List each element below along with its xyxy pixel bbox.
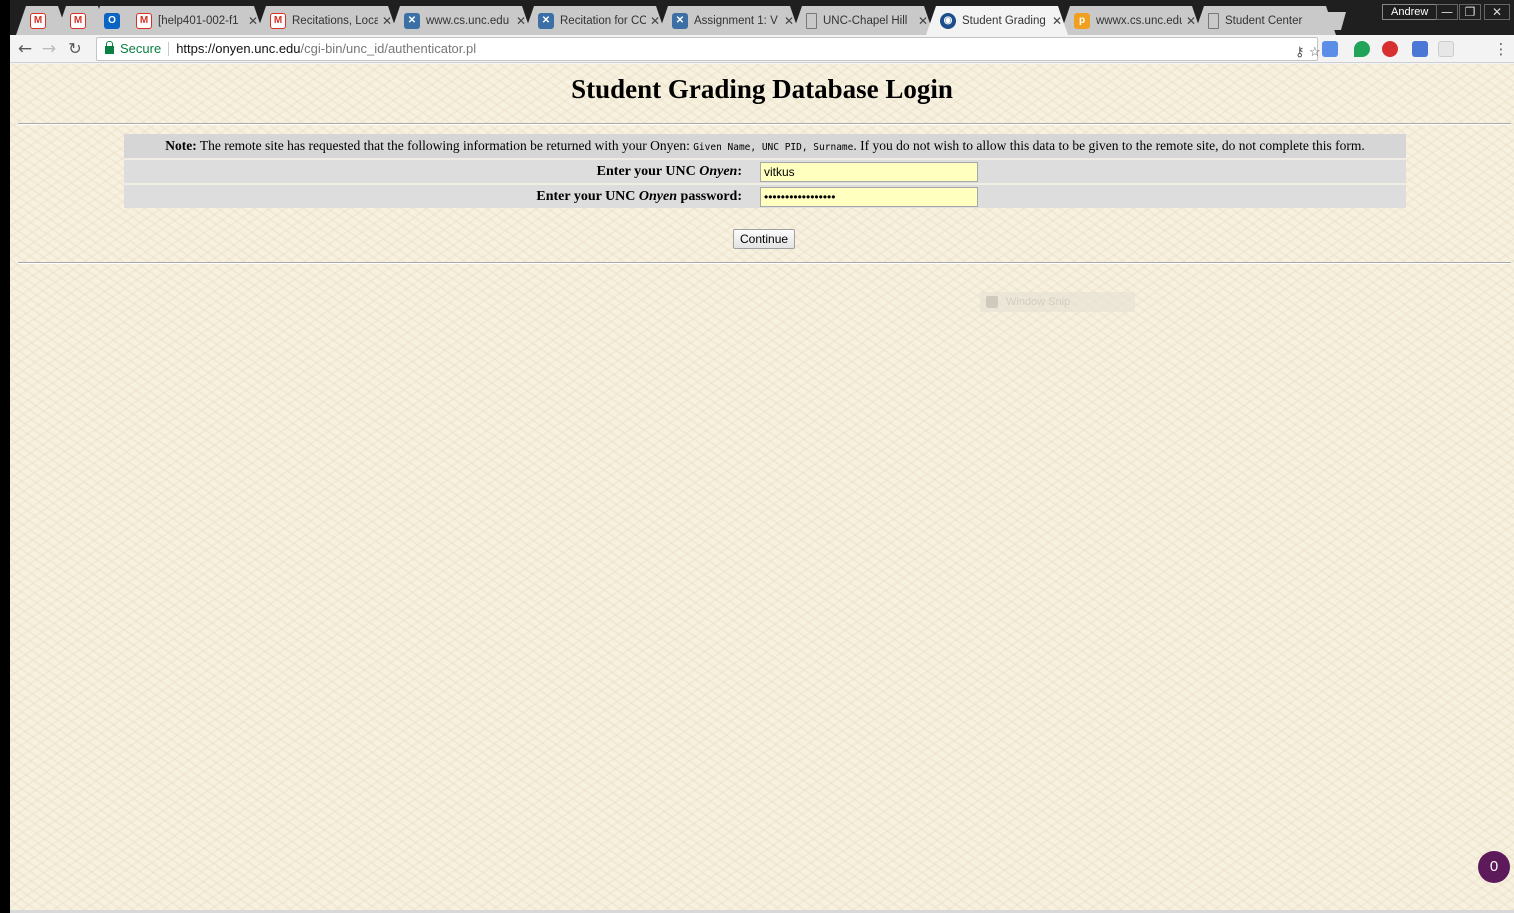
label-onyen: Onyen — [638, 188, 678, 204]
unc-cs-icon: ✕ — [404, 13, 420, 29]
secure-label: Secure — [120, 41, 162, 56]
label-text: Enter your UNC — [536, 188, 639, 204]
tab-strip: M M O M [help401-002-f1 ✕ M Recitations,… — [10, 0, 1514, 35]
continue-button[interactable]: Continue — [733, 229, 796, 249]
note-row: Note: The remote site has requested that… — [124, 134, 1406, 158]
label-suffix: : — [737, 163, 742, 179]
onyen-input[interactable] — [760, 161, 978, 182]
close-tab-icon[interactable]: ✕ — [382, 14, 392, 28]
tab-title: www.cs.unc.edu — [426, 14, 510, 27]
extension-icon-1[interactable] — [1322, 41, 1338, 57]
note-label: Note: — [165, 138, 197, 153]
document-icon — [806, 13, 817, 29]
note-text-after: . If you do not wish to allow this data … — [853, 138, 1365, 153]
tab-recitations[interactable]: M Recitations, Loca ✕ — [256, 6, 398, 35]
tab-help401[interactable]: M [help401-002-f1 ✕ — [122, 6, 264, 35]
snip-icon — [986, 296, 998, 308]
address-bar[interactable]: Secure https://onyen.unc.edu /cgi-bin/un… — [96, 37, 1321, 63]
url-host: https://onyen.unc.edu — [176, 41, 301, 56]
bookmark-star-icon[interactable]: ☆ — [1309, 41, 1321, 63]
close-window-button[interactable]: ✕ — [1484, 4, 1510, 20]
bottom-divider — [18, 262, 1511, 264]
unc-cs-icon: ✕ — [672, 13, 688, 29]
browser-toolbar: ← → ↻ Secure https://onyen.unc.edu /cgi-… — [10, 35, 1514, 63]
notification-badge[interactable]: 0 — [1478, 851, 1510, 883]
profile-button[interactable]: Andrew — [1382, 4, 1438, 20]
tab-title: Student Center — [1225, 14, 1303, 27]
close-tab-icon[interactable]: ✕ — [784, 14, 794, 28]
page-content: Student Grading Database Login Note: The… — [10, 64, 1514, 910]
gmail-icon: M — [270, 13, 286, 29]
new-tab-button[interactable] — [1316, 12, 1346, 30]
tab-title: Assignment 1: V — [694, 14, 778, 27]
tab-title: Student Grading — [962, 14, 1046, 27]
tab-wwwx[interactable]: p wwwx.cs.unc.edu ✕ — [1060, 6, 1202, 35]
unc-cs-icon: ✕ — [538, 13, 554, 29]
adblock-icon[interactable] — [1382, 41, 1398, 57]
label-suffix: password: — [677, 188, 742, 204]
close-tab-icon[interactable]: ✕ — [516, 14, 526, 28]
minimize-button[interactable]: — — [1436, 4, 1458, 20]
browser-window: M M O M [help401-002-f1 ✕ M Recitations,… — [10, 0, 1514, 913]
requested-fields: Given Name, UNC PID, Surname — [693, 142, 854, 153]
forward-arrow-icon[interactable]: → — [38, 38, 60, 60]
window-snip-label: Window Snip — [1006, 296, 1071, 308]
document-icon — [1208, 13, 1219, 29]
tab-cs-unc[interactable]: ✕ www.cs.unc.edu ✕ — [390, 6, 532, 35]
onyen-label: Enter your UNC Onyen: — [124, 164, 752, 180]
extension-icon-2[interactable] — [1354, 41, 1370, 57]
label-text: Enter your UNC — [596, 163, 700, 179]
restore-button[interactable]: ❐ — [1459, 4, 1481, 20]
outlook-icon: O — [104, 13, 120, 29]
tab-title: UNC-Chapel Hill — [823, 14, 908, 27]
onyen-row: Enter your UNC Onyen: — [124, 158, 1406, 183]
tab-title: Recitation for CO — [560, 14, 646, 27]
tab-title: [help401-002-f1 — [158, 14, 239, 27]
address-separator — [168, 42, 170, 56]
close-tab-icon[interactable]: ✕ — [248, 14, 258, 28]
tab-student-grading[interactable]: ◉ Student Grading ✕ — [926, 6, 1068, 35]
tab-student-center[interactable]: Student Center ✕ — [1194, 6, 1336, 35]
key-icon[interactable]: ⚷ — [1295, 41, 1305, 63]
top-divider — [18, 123, 1511, 125]
note-text-before: The remote site has requested that the f… — [196, 138, 694, 153]
label-onyen: Onyen — [699, 163, 738, 179]
close-tab-icon[interactable]: ✕ — [918, 14, 928, 28]
gmail-icon: M — [136, 13, 152, 29]
page-title: Student Grading Database Login — [571, 74, 953, 104]
menu-icon[interactable]: ⋮ — [1490, 38, 1512, 60]
tab-title: Recitations, Loca — [292, 14, 378, 27]
globe-icon: ◉ — [940, 13, 956, 29]
tab-unc-chapel-hill[interactable]: UNC-Chapel Hill ✕ — [792, 6, 934, 35]
lock-icon — [105, 41, 114, 54]
close-tab-icon[interactable]: ✕ — [1052, 14, 1062, 28]
tab-assignment[interactable]: ✕ Assignment 1: V ✕ — [658, 6, 800, 35]
font-extension-icon[interactable] — [1438, 41, 1454, 57]
window-snip-overlay[interactable]: Window Snip — [980, 292, 1135, 312]
password-input[interactable] — [760, 186, 978, 207]
gmail-icon: M — [70, 13, 86, 29]
phpmyadmin-icon: p — [1074, 13, 1090, 29]
login-form: Note: The remote site has requested that… — [124, 134, 1406, 208]
url-path: /cgi-bin/unc_id/authenticator.pl — [300, 41, 477, 56]
reload-icon[interactable]: ↻ — [64, 38, 86, 60]
tab-title: wwwx.cs.unc.edu — [1096, 14, 1182, 27]
extension-icon-4[interactable] — [1412, 41, 1428, 57]
gmail-count-icon: M — [30, 13, 46, 29]
close-tab-icon[interactable]: ✕ — [1186, 14, 1196, 28]
tab-recitation-for[interactable]: ✕ Recitation for CO ✕ — [524, 6, 666, 35]
close-tab-icon[interactable]: ✕ — [650, 14, 660, 28]
back-arrow-icon[interactable]: ← — [14, 38, 36, 60]
password-row: Enter your UNC Onyen password: — [124, 183, 1406, 208]
password-label: Enter your UNC Onyen password: — [124, 189, 752, 205]
